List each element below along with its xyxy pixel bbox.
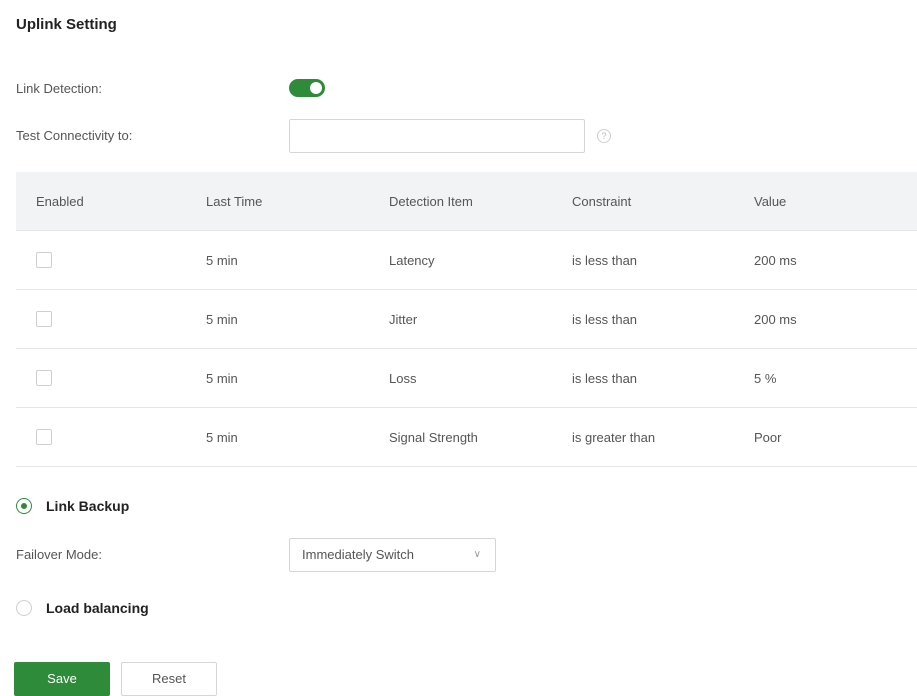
row-detection-item: Jitter: [389, 289, 572, 349]
radio-dot: [21, 503, 27, 509]
header-constraint: Constraint: [572, 172, 754, 231]
table-row: 5 min Jitter is less than 200 ms: [16, 289, 917, 349]
table-row: 5 min Latency is less than 200 ms: [16, 230, 917, 290]
row-last-time: 5 min: [206, 230, 389, 290]
chevron-down-icon: ∨: [473, 549, 481, 560]
row-value: Poor: [754, 407, 917, 467]
row-enabled-checkbox[interactable]: [36, 252, 52, 269]
failover-mode-label: Failover Mode:: [16, 547, 102, 562]
info-circle-icon[interactable]: ?: [597, 129, 611, 143]
row-last-time: 5 min: [206, 407, 389, 467]
row-detection-item: Loss: [389, 348, 572, 408]
table-header-row: Enabled Last Time Detection Item Constra…: [16, 172, 917, 231]
link-detection-toggle[interactable]: [289, 79, 325, 97]
row-last-time: 5 min: [206, 348, 389, 408]
header-last-time: Last Time: [206, 172, 389, 231]
row-detection-item: Latency: [389, 230, 572, 290]
row-constraint: is less than: [572, 348, 754, 408]
row-last-time: 5 min: [206, 289, 389, 349]
row-enabled-checkbox[interactable]: [36, 429, 52, 446]
row-constraint: is greater than: [572, 407, 754, 467]
table-row: 5 min Signal Strength is greater than Po…: [16, 407, 917, 467]
link-backup-label[interactable]: Link Backup: [46, 498, 129, 514]
header-value: Value: [754, 172, 917, 231]
link-detection-label: Link Detection:: [16, 81, 102, 96]
row-enabled-checkbox[interactable]: [36, 311, 52, 328]
table-row: 5 min Loss is less than 5 %: [16, 348, 917, 408]
detection-table: Enabled Last Time Detection Item Constra…: [16, 172, 917, 467]
row-enabled-checkbox[interactable]: [36, 370, 52, 387]
load-balancing-radio[interactable]: [16, 600, 32, 616]
page-title: Uplink Setting: [16, 16, 117, 33]
row-value: 200 ms: [754, 230, 917, 290]
reset-button[interactable]: Reset: [121, 662, 217, 696]
row-constraint: is less than: [572, 230, 754, 290]
test-connectivity-label: Test Connectivity to:: [16, 128, 133, 143]
load-balancing-label[interactable]: Load balancing: [46, 600, 149, 616]
failover-mode-value: Immediately Switch: [302, 547, 414, 562]
row-value: 5 %: [754, 348, 917, 408]
header-detection-item: Detection Item: [389, 172, 572, 231]
link-backup-radio[interactable]: [16, 498, 32, 514]
row-value: 200 ms: [754, 289, 917, 349]
header-enabled: Enabled: [16, 172, 206, 231]
test-connectivity-input[interactable]: [289, 119, 585, 153]
save-button[interactable]: Save: [14, 662, 110, 696]
row-constraint: is less than: [572, 289, 754, 349]
failover-mode-select[interactable]: Immediately Switch ∨: [289, 538, 496, 572]
toggle-knob: [310, 82, 322, 94]
row-detection-item: Signal Strength: [389, 407, 572, 467]
